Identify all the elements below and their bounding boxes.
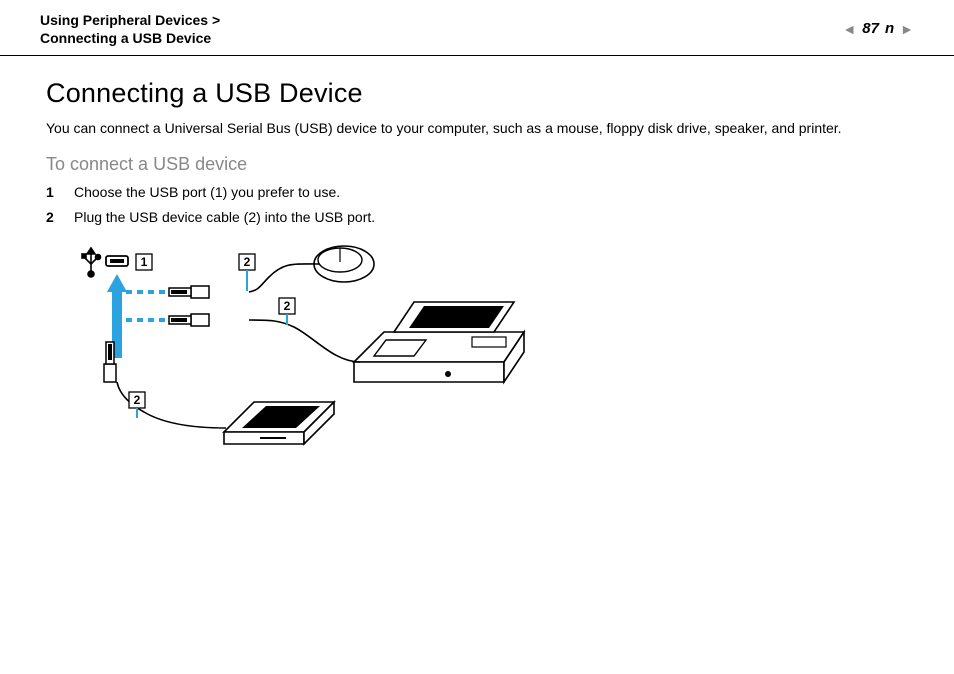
breadcrumb-line2: Connecting a USB Device [40,30,914,48]
cable-printer [249,320,360,362]
usb-port-icon [106,256,128,266]
usb-plug-b-icon [169,314,209,326]
usb-diagram-svg: 1 [74,242,544,472]
steps-list: Choose the USB port (1) you prefer to us… [46,183,908,228]
usb-plug-a-icon [169,286,209,298]
callout-2c-label: 2 [134,393,141,407]
usb-illustration: 1 [74,242,908,472]
next-page-button[interactable]: ► [900,21,914,37]
callout-2b-label: 2 [284,299,291,313]
mouse-icon [314,246,374,282]
callout-2a: 2 [239,254,255,270]
step-item: Choose the USB port (1) you prefer to us… [46,183,908,203]
breadcrumb: Using Peripheral Devices > Connecting a … [40,12,914,47]
page-n-label: n [885,20,894,37]
usb-icon [82,248,101,277]
callout-1-label: 1 [141,255,148,269]
callout-1: 1 [136,254,152,270]
floppy-drive-icon [224,402,334,444]
callout-2a-label: 2 [244,255,251,269]
callout-2c: 2 [129,392,145,408]
breadcrumb-line1: Using Peripheral Devices > [40,12,914,30]
usb-plug-c-icon [104,342,116,382]
callout-2b: 2 [279,298,295,314]
page-title: Connecting a USB Device [46,78,908,109]
content: Connecting a USB Device You can connect … [0,56,954,472]
section-subhead: To connect a USB device [46,154,908,175]
intro-text: You can connect a Universal Serial Bus (… [46,119,908,138]
page-nav: ◄ 87 n ► [842,20,914,37]
header: Using Peripheral Devices > Connecting a … [0,0,954,47]
prev-page-button[interactable]: ◄ [842,21,856,37]
cable-mouse [249,264,319,292]
page-number: 87 [862,20,879,37]
step-item: Plug the USB device cable (2) into the U… [46,208,908,228]
printer-icon [354,302,524,382]
